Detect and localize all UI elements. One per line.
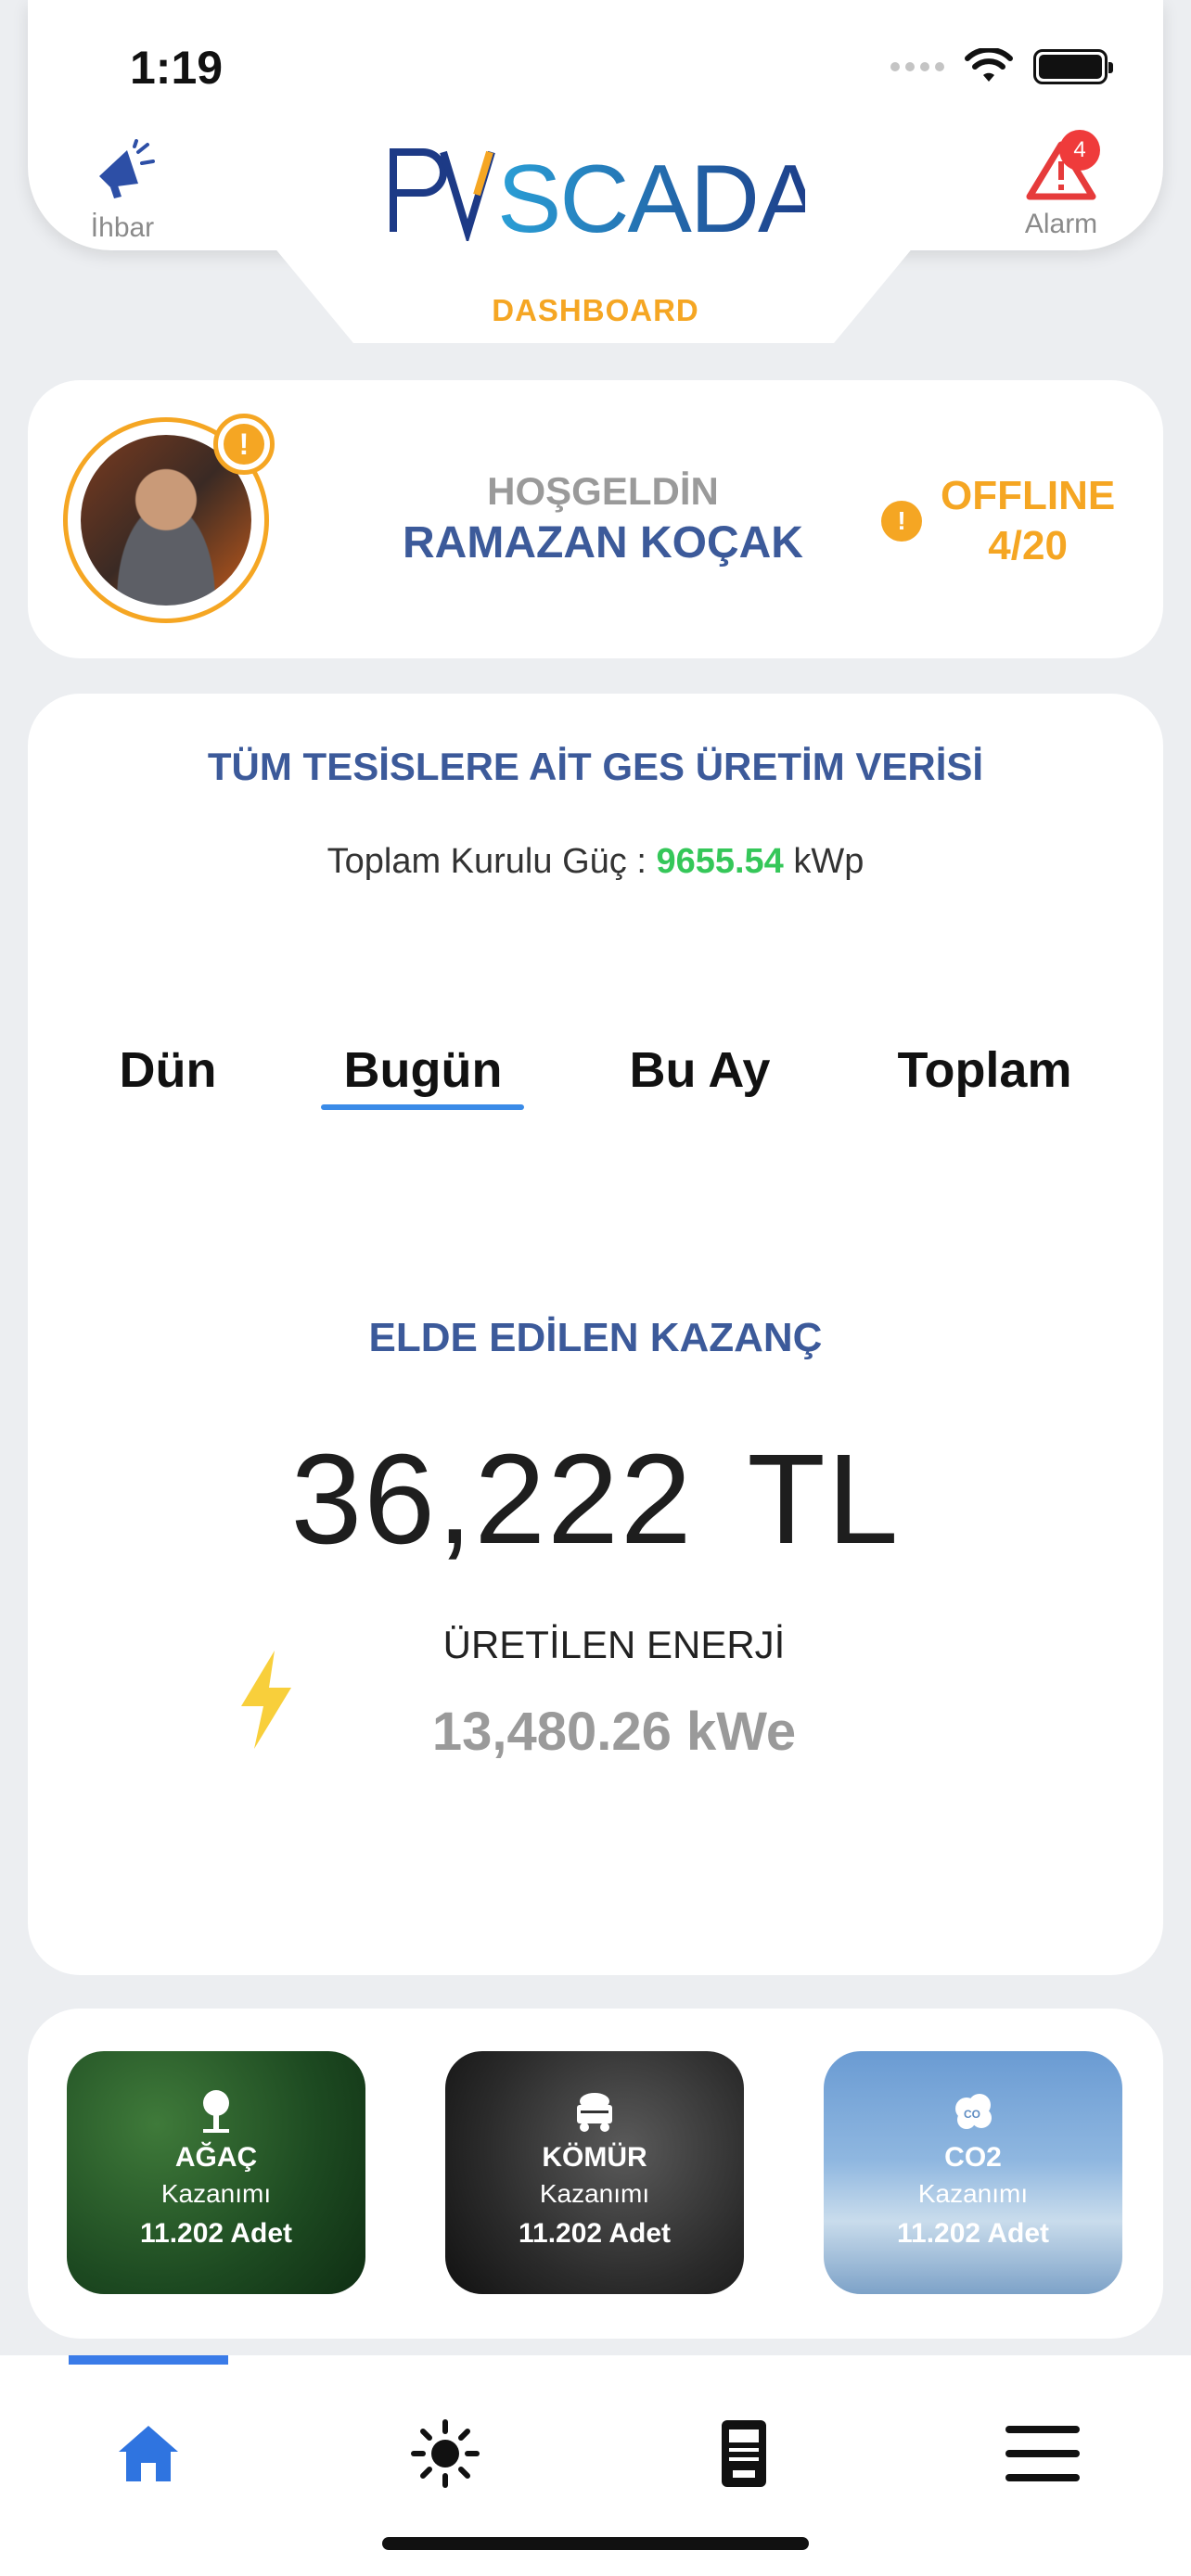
tree-impact-tile[interactable]: AĞAÇ Kazanımı 11.202 Adet: [67, 2051, 365, 2294]
page-title: DASHBOARD: [492, 293, 699, 327]
pvscada-logo: SCADA: [390, 146, 805, 241]
home-indicator: [382, 2537, 809, 2550]
tree-icon: [203, 2090, 229, 2133]
tab-bugun[interactable]: Bugün: [321, 1041, 525, 1110]
impact-sub: Kazanımı: [160, 2179, 272, 2208]
impact-value: 11.202 Adet: [140, 2218, 292, 2249]
offline-label: OFFLINE: [941, 473, 1116, 518]
greeting-block: HOŞGELDİN RAMAZAN KOÇAK: [371, 469, 835, 568]
warning-icon: !: [213, 414, 275, 475]
production-card: TÜM TESİSLERE AİT GES ÜRETİM VERİSİ Topl…: [28, 694, 1163, 1975]
impact-title: CO2: [944, 2142, 1002, 2173]
impact-sub: Kazanımı: [917, 2179, 1029, 2208]
warning-icon: !: [881, 501, 922, 542]
wifi-icon: [965, 48, 1013, 82]
capacity-value: 9655.54: [656, 842, 784, 881]
home-icon: [119, 2426, 178, 2481]
nav-home[interactable]: [102, 2407, 195, 2500]
megaphone-icon: [99, 139, 155, 198]
greeting-text: HOŞGELDİN: [487, 469, 719, 513]
period-tabs: Dün Bugün Bu Ay Toplam: [28, 1041, 1163, 1110]
impact-value: 11.202 Adet: [897, 2218, 1049, 2249]
alarm-button[interactable]: 4 Alarm: [1005, 130, 1117, 240]
impact-title: AĞAÇ: [174, 2142, 258, 2173]
menu-icon: [1005, 2426, 1080, 2481]
impact-sub: Kazanımı: [539, 2179, 650, 2208]
meter-icon: [722, 2420, 766, 2487]
battery-icon: [1033, 49, 1113, 84]
earnings-value: 36,222 TL: [290, 1428, 901, 1571]
nav-active-indicator: [69, 2355, 228, 2365]
co2-impact-tile[interactable]: CO CO2 Kazanımı 11.202 Adet: [824, 2051, 1122, 2294]
energy-value: 13,480.26 kWe: [431, 1702, 797, 1762]
coal-cart-icon: [577, 2093, 612, 2132]
nav-menu[interactable]: [996, 2407, 1089, 2500]
nav-meter[interactable]: [698, 2407, 790, 2500]
svg-text:SCADA: SCADA: [497, 146, 805, 241]
status-time: 1:19: [130, 42, 224, 94]
offline-count: 4/20: [988, 523, 1068, 568]
tab-toplam[interactable]: Toplam: [875, 1041, 1094, 1110]
capacity-unit: kWp: [793, 842, 864, 881]
user-name: RAMAZAN KOÇAK: [403, 518, 803, 567]
coal-impact-tile[interactable]: KÖMÜR Kazanımı 11.202 Adet: [445, 2051, 744, 2294]
production-title: TÜM TESİSLERE AİT GES ÜRETİM VERİSİ: [207, 745, 984, 788]
tab-dun[interactable]: Dün: [97, 1041, 239, 1110]
capacity-label: Toplam Kurulu Güç :: [327, 842, 647, 881]
nav-solar[interactable]: [399, 2407, 492, 2500]
status-icons: [890, 48, 1113, 85]
welcome-card: ! HOŞGELDİN RAMAZAN KOÇAK ! OFFLINE 4/20: [28, 380, 1163, 658]
installed-capacity: Toplam Kurulu Güç : 9655.54 kWp: [28, 842, 1163, 882]
earnings-label: ELDE EDİLEN KAZANÇ: [368, 1315, 823, 1360]
impact-card: AĞAÇ Kazanımı 11.202 Adet KÖMÜR Kazanımı…: [28, 2009, 1163, 2339]
alarm-label: Alarm: [1024, 209, 1098, 239]
ihbar-label: İhbar: [90, 212, 155, 243]
energy-label: ÜRETİLEN ENERJİ: [442, 1623, 786, 1666]
co2-cloud-icon: CO: [955, 2094, 992, 2129]
alarm-count-badge: 4: [1059, 130, 1100, 171]
impact-value: 11.202 Adet: [519, 2218, 671, 2249]
ihbar-button[interactable]: İhbar: [85, 139, 160, 244]
impact-title: KÖMÜR: [542, 2142, 647, 2173]
svg-text:CO: CO: [964, 2108, 980, 2121]
offline-status[interactable]: ! OFFLINE 4/20: [881, 471, 1115, 571]
sun-icon: [411, 2419, 480, 2488]
tab-bu-ay[interactable]: Bu Ay: [607, 1041, 792, 1110]
signal-icon: [890, 62, 944, 71]
